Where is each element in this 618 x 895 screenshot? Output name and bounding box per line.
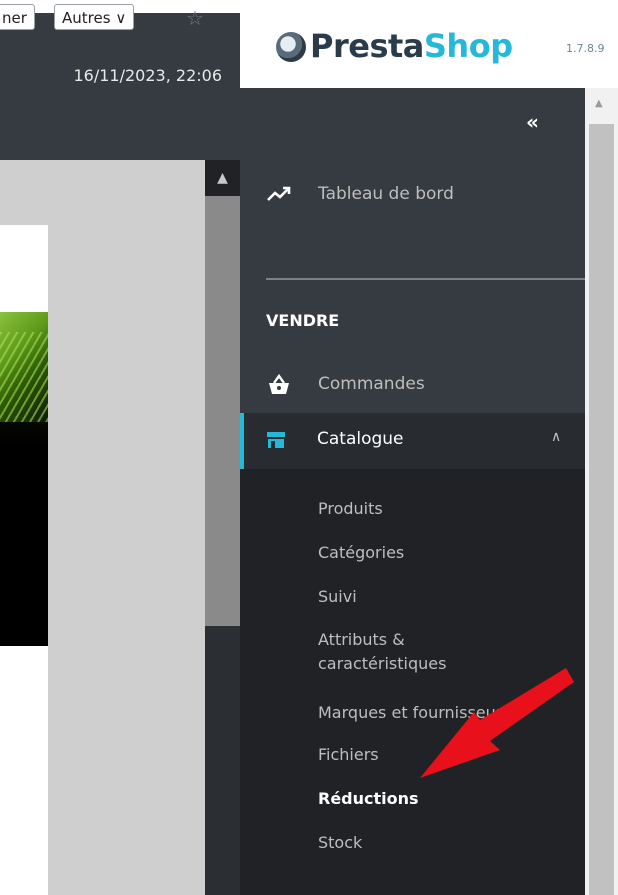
submenu-item-attributs-line2[interactable]: caractéristiques [318,653,446,675]
prestashop-logo-icon[interactable] [276,32,306,62]
background-image [0,312,48,646]
toolbar-autres-button[interactable]: Autres ∨ [54,4,135,30]
submenu-item-stock[interactable]: Stock [318,832,362,854]
submenu-item-marques[interactable]: Marques et fournisseurs [318,702,511,724]
submenu-item-reductions[interactable]: Réductions [318,788,419,810]
sidebar-item-dashboard[interactable]: Tableau de bord [266,184,454,204]
sidebar-divider [266,278,585,280]
collapse-sidebar-icon[interactable]: « [526,110,539,134]
scroll-up-icon[interactable]: ▲ [595,98,603,109]
chevron-up-icon[interactable]: ▲ [205,160,240,196]
sidebar: « Tableau de bord VENDRE Commandes Catal… [240,88,585,895]
chevron-up-icon[interactable]: ∧ [551,429,561,445]
section-title-vendre: VENDRE [266,311,340,330]
submenu-item-categories[interactable]: Catégories [318,542,404,564]
submenu-item-fichiers[interactable]: Fichiers [318,744,379,766]
sidebar-top [240,88,585,413]
trending-up-icon [266,184,292,204]
star-icon[interactable]: ☆ [186,8,204,28]
active-indicator [240,413,244,469]
orders-label: Commandes [318,374,425,394]
catalogue-label: Catalogue [317,429,404,449]
catalogue-submenu: Produits Catégories Suivi Attributs & ca… [240,469,585,895]
store-icon [266,431,286,449]
background-gray-column [48,160,205,895]
autres-label: Autres [62,9,111,27]
sidebar-scrollbar[interactable]: ▲ [585,88,618,895]
version-label: 1.7.8.9 [566,42,605,55]
submenu-item-suivi[interactable]: Suivi [318,586,357,608]
sidebar-scrollbar-thumb[interactable] [589,124,614,895]
content-scrollbar[interactable]: ▲ [205,160,240,895]
shopping-basket-icon [266,373,292,394]
submenu-item-produits[interactable]: Produits [318,498,383,520]
submenu-item-attributs-line1[interactable]: Attributs & [318,629,405,651]
toolbar-tab-partial[interactable]: ner [0,4,35,30]
sidebar-item-orders[interactable]: Commandes [266,373,425,394]
chevron-down-icon: ∨ [115,9,127,27]
brand-name[interactable]: PrestaShop [310,26,513,66]
scrollbar-thumb[interactable] [205,196,240,626]
sidebar-item-catalogue[interactable]: Catalogue ∧ [240,413,585,469]
dashboard-label: Tableau de bord [318,184,454,204]
date-time: 16/11/2023, 22:06 [73,66,223,85]
